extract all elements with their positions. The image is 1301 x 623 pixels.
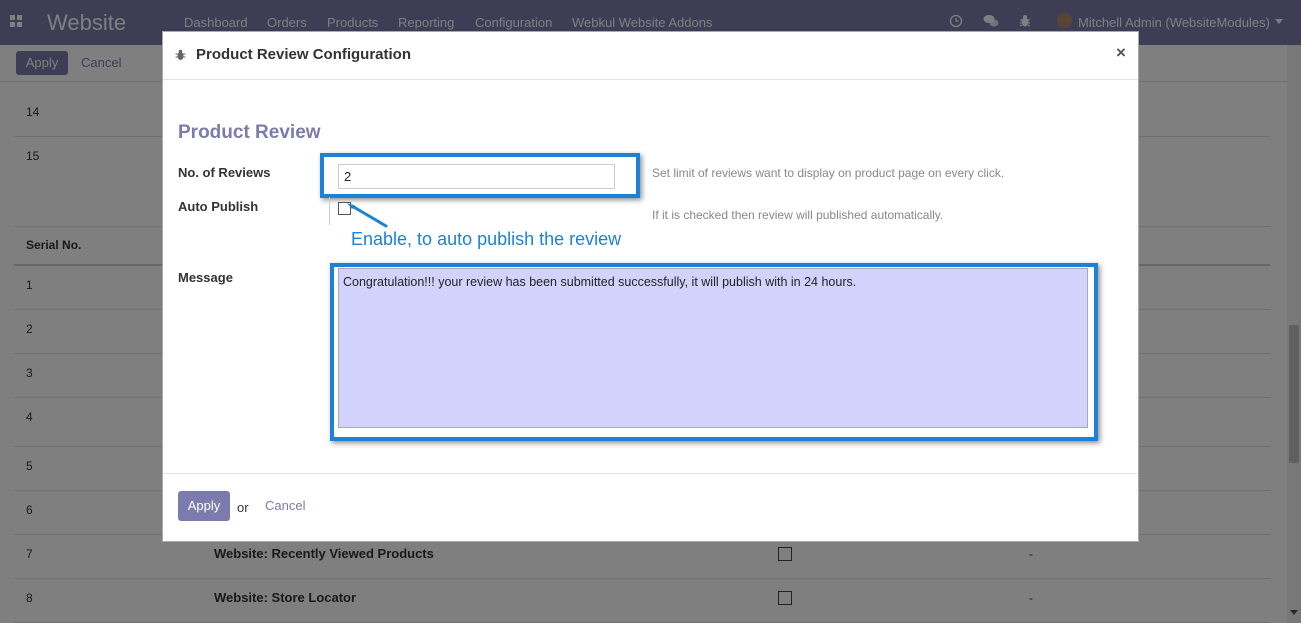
cancel-button[interactable]: Cancel (265, 498, 305, 513)
bug-icon (175, 49, 186, 60)
dialog-footer: Apply or Cancel (163, 473, 1138, 542)
apply-button[interactable]: Apply (178, 491, 230, 521)
product-review-dialog: Product Review Configuration × Product R… (162, 31, 1139, 542)
highlight-box-message (330, 263, 1098, 441)
arrow-icon (347, 203, 388, 228)
message-label: Message (178, 270, 233, 285)
auto-publish-help-text: If it is checked then review will publis… (652, 208, 944, 222)
auto-publish-callout: Enable, to auto publish the review (351, 229, 622, 249)
close-icon[interactable]: × (1116, 43, 1126, 63)
section-title: Product Review (178, 122, 321, 143)
reviews-help-text: Set limit of reviews want to display on … (652, 166, 1005, 180)
auto-publish-label: Auto Publish (178, 199, 259, 214)
highlight-box-reviews (320, 153, 640, 198)
field-divider (329, 197, 330, 225)
reviews-label: No. of Reviews (178, 165, 271, 180)
dialog-title: Product Review Configuration (196, 46, 412, 63)
dialog-header: Product Review Configuration × (163, 32, 1138, 80)
or-text: or (237, 500, 249, 515)
